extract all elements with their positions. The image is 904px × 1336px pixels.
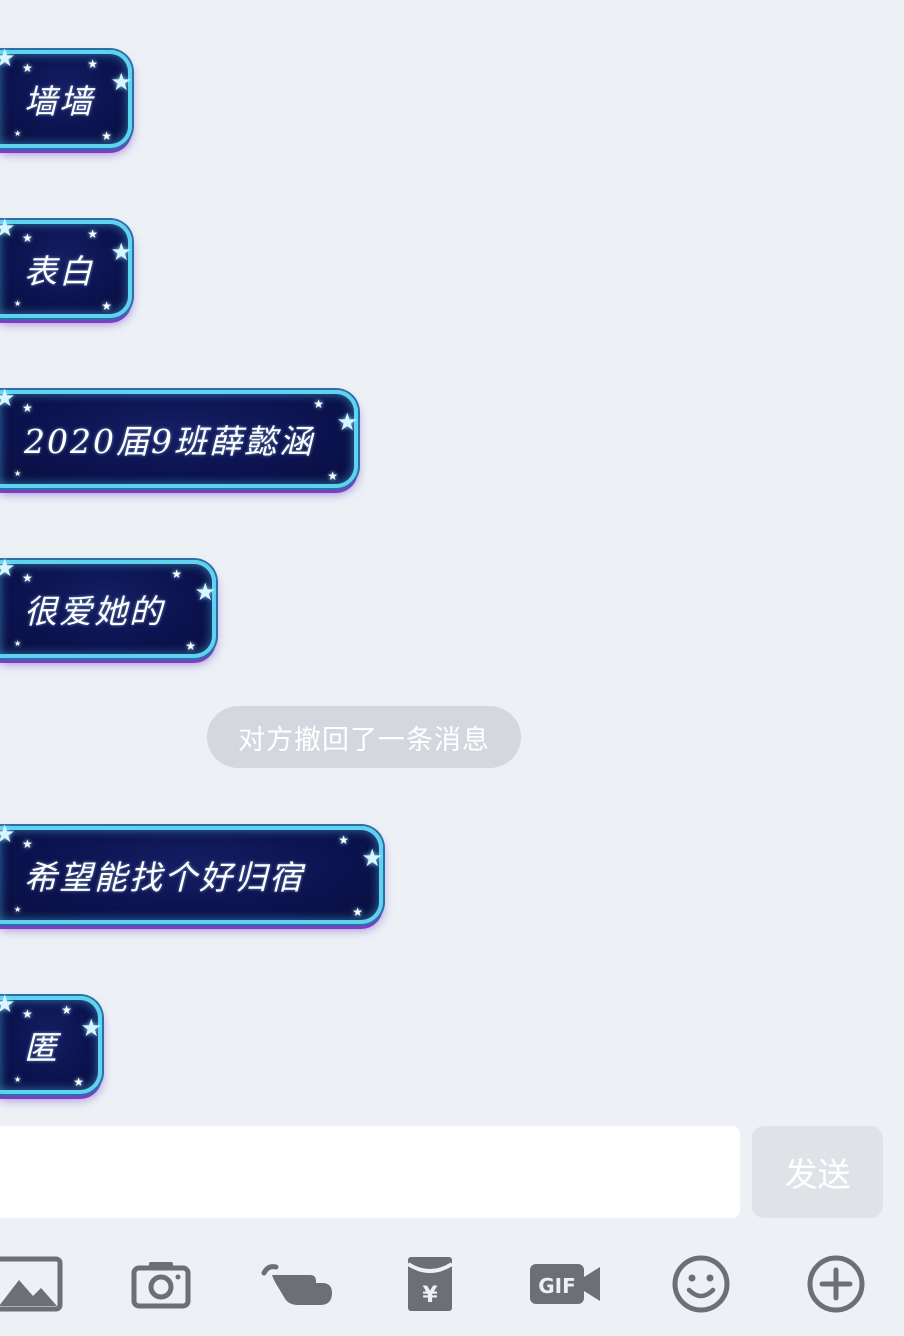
star-decoration-icon: ★ (0, 44, 16, 72)
star-decoration-icon: ★ (22, 1007, 33, 1021)
image-icon[interactable] (0, 1244, 68, 1324)
message-bubble[interactable]: 表白 ★ ★ ★ ★ ★ ★ (0, 216, 132, 318)
message-bubble[interactable]: 希望能找个好归宿 ★ ★ ★ ★ ★ ★ (0, 822, 383, 924)
star-decoration-icon: ★ (361, 844, 383, 872)
message-bubble[interactable]: 匿 ★ ★ ★ ★ ★ ★ (0, 992, 102, 1094)
star-decoration-icon: ★ (14, 905, 22, 914)
svg-text:¥: ¥ (422, 1283, 438, 1308)
star-decoration-icon: ★ (336, 408, 358, 436)
message-composer: 发送 (0, 1126, 904, 1220)
star-decoration-icon: ★ (0, 820, 16, 848)
star-decoration-icon: ★ (352, 905, 363, 919)
star-decoration-icon: ★ (22, 231, 33, 245)
star-decoration-icon: ★ (22, 61, 33, 75)
gif-icon[interactable]: GIF (525, 1244, 605, 1324)
star-decoration-icon: ★ (110, 238, 132, 266)
svg-text:GIF: GIF (538, 1274, 576, 1298)
message-text: 2020届9班薛懿涵 (24, 422, 314, 461)
message-recalled-notice: 对方撤回了一条消息 (207, 706, 521, 768)
star-decoration-icon: ★ (338, 833, 349, 847)
message-text: 匿 (24, 1028, 59, 1067)
message-text: 很爱她的 (24, 592, 164, 631)
star-decoration-icon: ★ (110, 68, 132, 96)
star-decoration-icon: ★ (185, 639, 196, 653)
poke-icon[interactable] (258, 1244, 338, 1324)
message-text: 墙墙 (24, 82, 94, 121)
star-decoration-icon: ★ (194, 578, 216, 606)
star-decoration-icon: ★ (14, 129, 22, 138)
star-decoration-icon: ★ (171, 567, 182, 581)
recall-notice-text: 对方撤回了一条消息 (238, 724, 490, 756)
star-decoration-icon: ★ (14, 1075, 22, 1084)
message-bubble[interactable]: 2020届9班薛懿涵 ★ ★ ★ ★ ★ ★ (0, 386, 358, 488)
star-decoration-icon: ★ (14, 299, 22, 308)
star-decoration-icon: ★ (0, 990, 16, 1018)
red-envelope-icon[interactable]: ¥ (390, 1244, 470, 1324)
star-decoration-icon: ★ (0, 554, 16, 582)
star-decoration-icon: ★ (22, 401, 33, 415)
camera-icon[interactable] (121, 1244, 201, 1324)
star-decoration-icon: ★ (22, 571, 33, 585)
star-decoration-icon: ★ (87, 227, 98, 241)
chat-message-list[interactable]: 墙墙 ★ ★ ★ ★ ★ ★ 表白 ★ ★ ★ ★ ★ ★ 2020届9班薛懿涵… (0, 0, 904, 1110)
star-decoration-icon: ★ (327, 469, 338, 483)
star-decoration-icon: ★ (14, 469, 22, 478)
star-decoration-icon: ★ (61, 1003, 72, 1017)
star-decoration-icon: ★ (14, 639, 22, 648)
star-decoration-icon: ★ (0, 214, 16, 242)
star-decoration-icon: ★ (101, 299, 112, 313)
plus-icon[interactable] (796, 1244, 876, 1324)
star-decoration-icon: ★ (313, 397, 324, 411)
message-bubble[interactable]: 很爱她的 ★ ★ ★ ★ ★ ★ (0, 556, 216, 658)
message-text: 表白 (24, 252, 94, 291)
message-input[interactable] (0, 1126, 740, 1218)
message-text: 希望能找个好归宿 (24, 858, 304, 897)
star-decoration-icon: ★ (87, 57, 98, 71)
star-decoration-icon: ★ (73, 1075, 84, 1089)
message-bubble[interactable]: 墙墙 ★ ★ ★ ★ ★ ★ (0, 46, 132, 148)
star-decoration-icon: ★ (0, 384, 16, 412)
emoji-icon[interactable] (661, 1244, 741, 1324)
star-decoration-icon: ★ (22, 837, 33, 851)
input-toolbar: ¥ GIF (0, 1244, 904, 1324)
star-decoration-icon: ★ (101, 129, 112, 143)
star-decoration-icon: ★ (80, 1014, 102, 1042)
send-button[interactable]: 发送 (752, 1126, 883, 1218)
